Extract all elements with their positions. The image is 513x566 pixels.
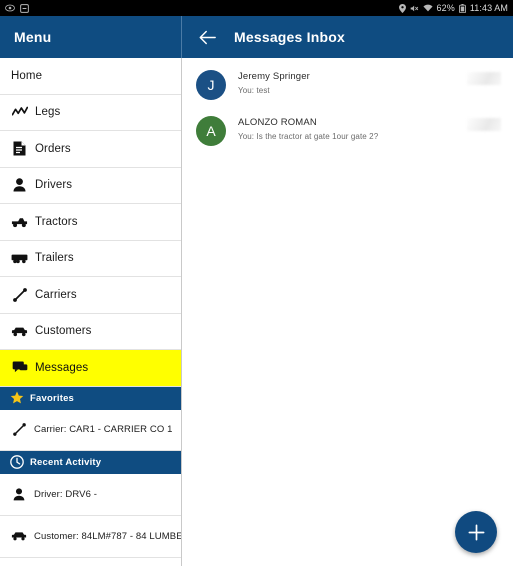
recent-item-label: Customer: 84LM#787 - 84 LUMBE… — [34, 530, 181, 542]
person-icon — [11, 486, 27, 502]
sidebar: Home Legs Orders Drivers Tractors Traile… — [0, 58, 182, 566]
app-root: 62% 11:43 AM Menu Messages Inbox Home Le… — [0, 0, 513, 566]
sidebar-item-label: Tractors — [35, 215, 78, 228]
section-label: Favorites — [30, 392, 75, 404]
body: Home Legs Orders Drivers Tractors Traile… — [0, 58, 513, 566]
sidebar-item-label: Trailers — [35, 252, 74, 265]
sidebar-item-legs[interactable]: Legs — [0, 94, 181, 131]
sidebar-item-carriers[interactable]: Carriers — [0, 277, 181, 314]
tractor-icon — [11, 213, 28, 230]
chat-icon — [11, 359, 28, 376]
route-icon — [11, 422, 27, 438]
sidebar-item-label: Legs — [35, 106, 61, 119]
wifi-icon — [422, 4, 433, 12]
message-timestamp-redacted — [467, 72, 501, 85]
trailer-icon — [11, 250, 28, 267]
battery-icon — [458, 3, 466, 13]
sidebar-item-home[interactable]: Home — [0, 58, 181, 95]
messages-inbox-list: J Jeremy Springer You: test A ALONZO ROM… — [182, 58, 513, 566]
status-bar: 62% 11:43 AM — [0, 0, 513, 16]
new-message-fab[interactable] — [455, 511, 497, 553]
recent-item-customer[interactable]: Customer: 84LM#787 - 84 LUMBE… — [0, 515, 181, 558]
message-list-item[interactable]: A ALONZO ROMAN You: Is the tractor at ga… — [182, 104, 513, 150]
message-sender-name: Jeremy Springer — [238, 71, 310, 82]
section-label: Recent Activity — [30, 456, 102, 468]
page-title: Messages Inbox — [234, 29, 345, 45]
sidebar-item-messages[interactable]: Messages — [0, 350, 181, 387]
sidebar-item-label: Customers — [35, 325, 92, 338]
recent-item-driver[interactable]: Driver: DRV6 - — [0, 473, 181, 516]
message-text-block: Jeremy Springer You: test — [238, 69, 467, 95]
avatar-initial: A — [206, 123, 216, 139]
message-preview: You: test — [238, 86, 270, 95]
car-icon — [11, 528, 27, 544]
mute-icon — [410, 4, 419, 13]
sidebar-item-customers[interactable]: Customers — [0, 313, 181, 350]
message-timestamp-redacted — [467, 118, 501, 131]
favorites-section-header: Favorites — [0, 386, 181, 410]
sidebar-item-label: Carriers — [35, 288, 77, 301]
sidebar-item-tractors[interactable]: Tractors — [0, 204, 181, 241]
sidebar-item-orders[interactable]: Orders — [0, 131, 181, 168]
avatar-initial: J — [207, 77, 215, 93]
person-icon — [11, 177, 28, 194]
arrow-left-icon[interactable] — [194, 24, 220, 50]
menu-header: Menu — [0, 16, 182, 58]
recent-item-label: Driver: DRV6 - — [34, 488, 97, 500]
recent-activity-section-header: Recent Activity — [0, 450, 181, 474]
message-preview: You: Is the tractor at gate 1our gate 2? — [238, 132, 379, 141]
clock-icon — [9, 455, 24, 470]
sidebar-item-trailers[interactable]: Trailers — [0, 240, 181, 277]
message-list-item[interactable]: J Jeremy Springer You: test — [182, 58, 513, 104]
message-text-block: ALONZO ROMAN You: Is the tractor at gate… — [238, 115, 467, 141]
top-app-bar: Menu Messages Inbox — [0, 16, 513, 58]
chart-line-icon — [11, 104, 28, 121]
star-icon — [9, 391, 24, 406]
document-icon — [11, 140, 28, 157]
sidebar-item-label: Home — [11, 69, 43, 82]
sidebar-item-label: Drivers — [35, 179, 73, 192]
avatar: A — [196, 116, 226, 146]
location-icon — [398, 3, 406, 13]
recent-item-leg[interactable]: Leg: 122492 Dest: EL SEGUNDO, CA — [0, 557, 181, 566]
sidebar-item-label: Messages — [35, 361, 89, 374]
sidebar-item-label: Orders — [35, 142, 71, 155]
clock-text: 11:43 AM — [469, 3, 508, 13]
menu-title: Menu — [14, 29, 52, 45]
favorite-item-label: Carrier: CAR1 - CARRIER CO 1 — [34, 424, 173, 435]
battery-percent-text: 62% — [436, 3, 455, 13]
route-icon — [11, 286, 28, 303]
sidebar-item-drivers[interactable]: Drivers — [0, 167, 181, 204]
status-bar-right: 62% 11:43 AM — [398, 3, 509, 13]
favorite-item-carrier[interactable]: Carrier: CAR1 - CARRIER CO 1 — [0, 409, 181, 451]
plus-icon — [468, 524, 484, 540]
status-bar-left-icons — [5, 3, 29, 13]
eye-icon — [5, 4, 15, 12]
message-sender-name: ALONZO ROMAN — [238, 117, 317, 128]
minimize-icon — [20, 3, 29, 13]
avatar: J — [196, 70, 226, 100]
car-icon — [11, 323, 28, 340]
inbox-header: Messages Inbox — [182, 16, 513, 58]
